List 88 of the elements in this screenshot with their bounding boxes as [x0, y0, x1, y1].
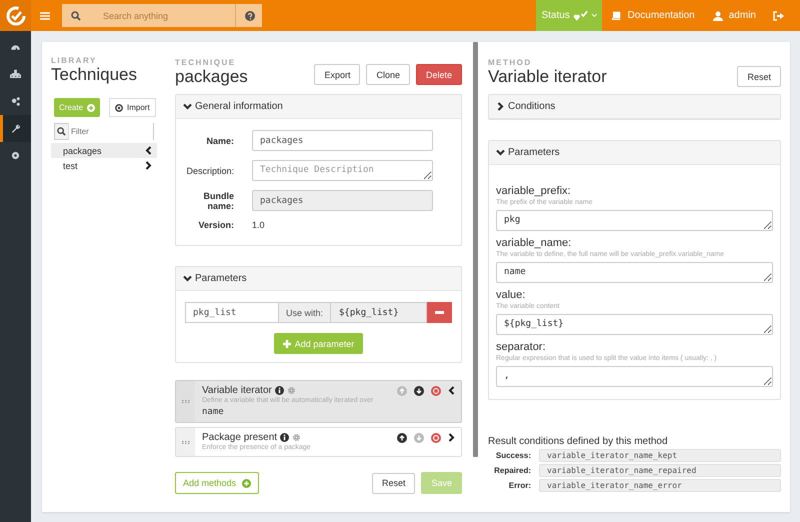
section-label: LIBRARY: [51, 56, 98, 65]
field-label: Name:: [205, 136, 234, 146]
bundle-name-field[interactable]: packages: [252, 190, 433, 211]
drag-handle[interactable]: [176, 428, 195, 456]
field-label: Version:: [197, 220, 234, 230]
import-button[interactable]: Import: [109, 98, 156, 117]
import-icon: [115, 104, 124, 112]
parameter-value-field[interactable]: ${pkg_list}: [496, 314, 773, 335]
heart-check-icon: [572, 10, 588, 22]
result-condition-field: variable_iterator_name_error: [539, 479, 781, 492]
grip-icon: [182, 440, 190, 444]
results-title: Result conditions defined by this method: [488, 436, 669, 447]
chevron-left-icon: [145, 146, 152, 155]
method-heading: Variable iterator: [488, 67, 607, 87]
drag-handle[interactable]: [176, 381, 195, 422]
plus-icon: [242, 478, 252, 488]
menu-icon[interactable]: [40, 12, 50, 20]
chevron-right-icon: [145, 161, 152, 170]
move-up-icon[interactable]: [397, 432, 407, 442]
section-label: METHOD: [488, 58, 533, 67]
remove-icon[interactable]: [431, 386, 441, 396]
result-label: Repaired:: [493, 466, 531, 475]
delete-button[interactable]: Delete: [416, 64, 462, 85]
technique-title: packages: [175, 67, 248, 87]
technique-name-field[interactable]: packages: [252, 130, 433, 151]
sitemap-icon: [10, 69, 21, 80]
result-label: Success:: [494, 451, 531, 460]
search-icon: [57, 127, 66, 136]
chevron-icon: [496, 149, 505, 156]
plus-icon: [87, 104, 96, 112]
search-icon: [71, 10, 81, 20]
chevron-right-icon[interactable]: [448, 433, 455, 442]
technique-item[interactable]: test: [51, 158, 157, 173]
panel-header[interactable]: Conditions: [489, 95, 780, 119]
method-title: Package present: [202, 432, 278, 443]
use-with-field[interactable]: ${pkg_list}: [331, 302, 427, 323]
result-condition-field: variable_iterator_name_repaired: [539, 464, 781, 477]
description-field[interactable]: Technique Description: [252, 160, 433, 181]
reset-button[interactable]: Reset: [372, 472, 416, 494]
cogs-icon: [10, 96, 21, 107]
minus-icon: [435, 311, 444, 314]
panel-header[interactable]: Parameters: [176, 267, 461, 291]
grip-icon: [182, 400, 190, 403]
section-label: TECHNIQUE: [175, 58, 237, 67]
parameter-value-field[interactable]: ,: [496, 366, 773, 387]
info-icon[interactable]: [274, 386, 284, 395]
chevron-icon: [183, 103, 192, 110]
filter-field[interactable]: Filter: [54, 123, 154, 140]
parameter-name: variable_prefix:: [496, 185, 572, 197]
chevron-icon: [496, 102, 505, 111]
method-title: Variable iterator: [202, 385, 272, 396]
remove-icon[interactable]: [431, 432, 441, 442]
result-label: Error:: [508, 481, 531, 490]
method-value: name: [202, 407, 225, 417]
parameter-name: separator:: [496, 341, 547, 353]
field-label: Bundle name:: [202, 190, 234, 210]
technique-item[interactable]: packages: [51, 143, 157, 158]
parameter-name: value:: [496, 289, 526, 301]
version-value: 1.0: [252, 220, 265, 230]
book-icon: [611, 11, 622, 20]
plus-icon: [282, 340, 291, 348]
result-condition-field: variable_iterator_name_kept: [539, 449, 781, 462]
scrollbar[interactable]: [472, 42, 478, 457]
parameter-value-field[interactable]: pkg: [496, 210, 773, 231]
chevron-icon: [183, 275, 192, 282]
parameter-name-field[interactable]: pkg_list: [185, 302, 279, 323]
action-button[interactable]: Clone: [366, 64, 410, 85]
wrench-icon: [10, 123, 21, 134]
logout-icon[interactable]: [773, 10, 784, 20]
panel-header[interactable]: Parameters: [489, 141, 780, 165]
user-icon: [712, 10, 723, 20]
field-label: Description:: [185, 166, 234, 176]
search-field[interactable]: Search anything: [62, 4, 262, 27]
parameter-value-field[interactable]: name: [496, 262, 773, 283]
panel-header[interactable]: General information: [176, 95, 461, 119]
reset-button[interactable]: Reset: [737, 66, 781, 87]
library-title: Techniques: [51, 65, 138, 85]
caret-icon: [590, 13, 598, 18]
parameter-name: variable_name:: [496, 237, 572, 249]
sidebar-item[interactable]: [0, 115, 31, 142]
remove-button[interactable]: [427, 302, 452, 323]
action-button[interactable]: Export: [314, 64, 360, 85]
use-with-label: Use with:: [279, 302, 332, 323]
help-icon[interactable]: [245, 10, 255, 20]
move-down-icon[interactable]: [414, 386, 424, 396]
info-icon[interactable]: [280, 433, 290, 442]
gauge-icon: [10, 42, 21, 53]
chevron-left-icon[interactable]: [448, 386, 455, 395]
